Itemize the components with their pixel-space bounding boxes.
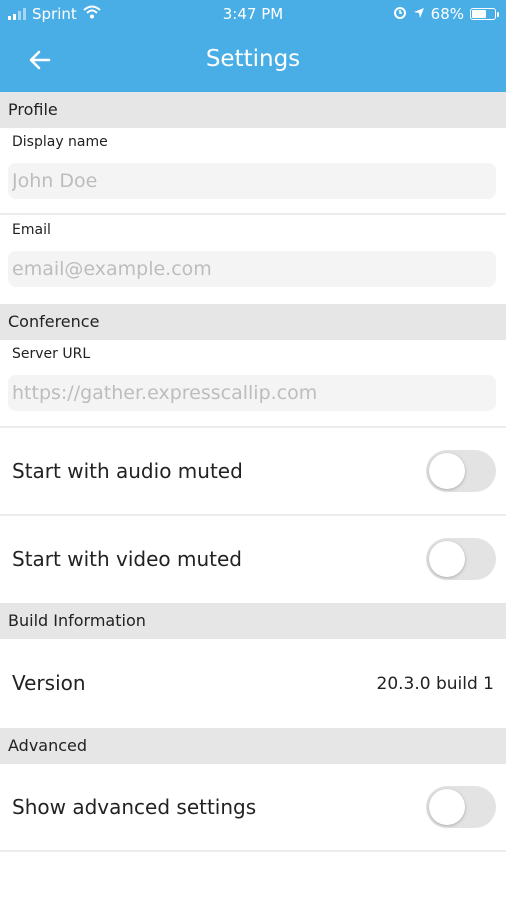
alarm-icon	[393, 5, 407, 23]
section-header-profile: Profile	[0, 92, 506, 128]
section-header-conference: Conference	[0, 304, 506, 340]
video-muted-toggle[interactable]	[426, 538, 496, 580]
battery-percent: 68%	[430, 5, 464, 23]
show-advanced-label: Show advanced settings	[12, 795, 257, 819]
display-name-input[interactable]	[8, 163, 496, 199]
section-header-build-information: Build Information	[0, 603, 506, 639]
video-muted-label: Start with video muted	[12, 547, 242, 571]
divider	[0, 850, 506, 852]
section-header-advanced: Advanced	[0, 728, 506, 764]
version-value: 20.3.0 build 1	[376, 674, 495, 694]
email-input[interactable]	[8, 251, 496, 287]
email-label: Email	[12, 222, 51, 238]
divider	[0, 514, 506, 516]
server-url-label: Server URL	[12, 346, 91, 362]
nav-bar: Settings	[0, 30, 506, 92]
divider	[0, 426, 506, 428]
display-name-label: Display name	[12, 134, 108, 150]
audio-muted-toggle[interactable]	[426, 450, 496, 492]
status-bar: Sprint 3:47 PM 68%	[0, 0, 506, 30]
toggle-knob	[429, 541, 465, 577]
location-arrow-icon	[413, 5, 425, 23]
battery-icon	[470, 8, 499, 20]
audio-muted-label: Start with audio muted	[12, 459, 243, 483]
divider	[0, 213, 506, 215]
toggle-knob	[429, 789, 465, 825]
toggle-knob	[429, 453, 465, 489]
version-label: Version	[12, 671, 86, 695]
page-title: Settings	[205, 46, 301, 72]
server-url-input[interactable]	[8, 375, 496, 411]
show-advanced-toggle[interactable]	[426, 786, 496, 828]
app-header: Sprint 3:47 PM 68% Settings	[0, 0, 506, 92]
